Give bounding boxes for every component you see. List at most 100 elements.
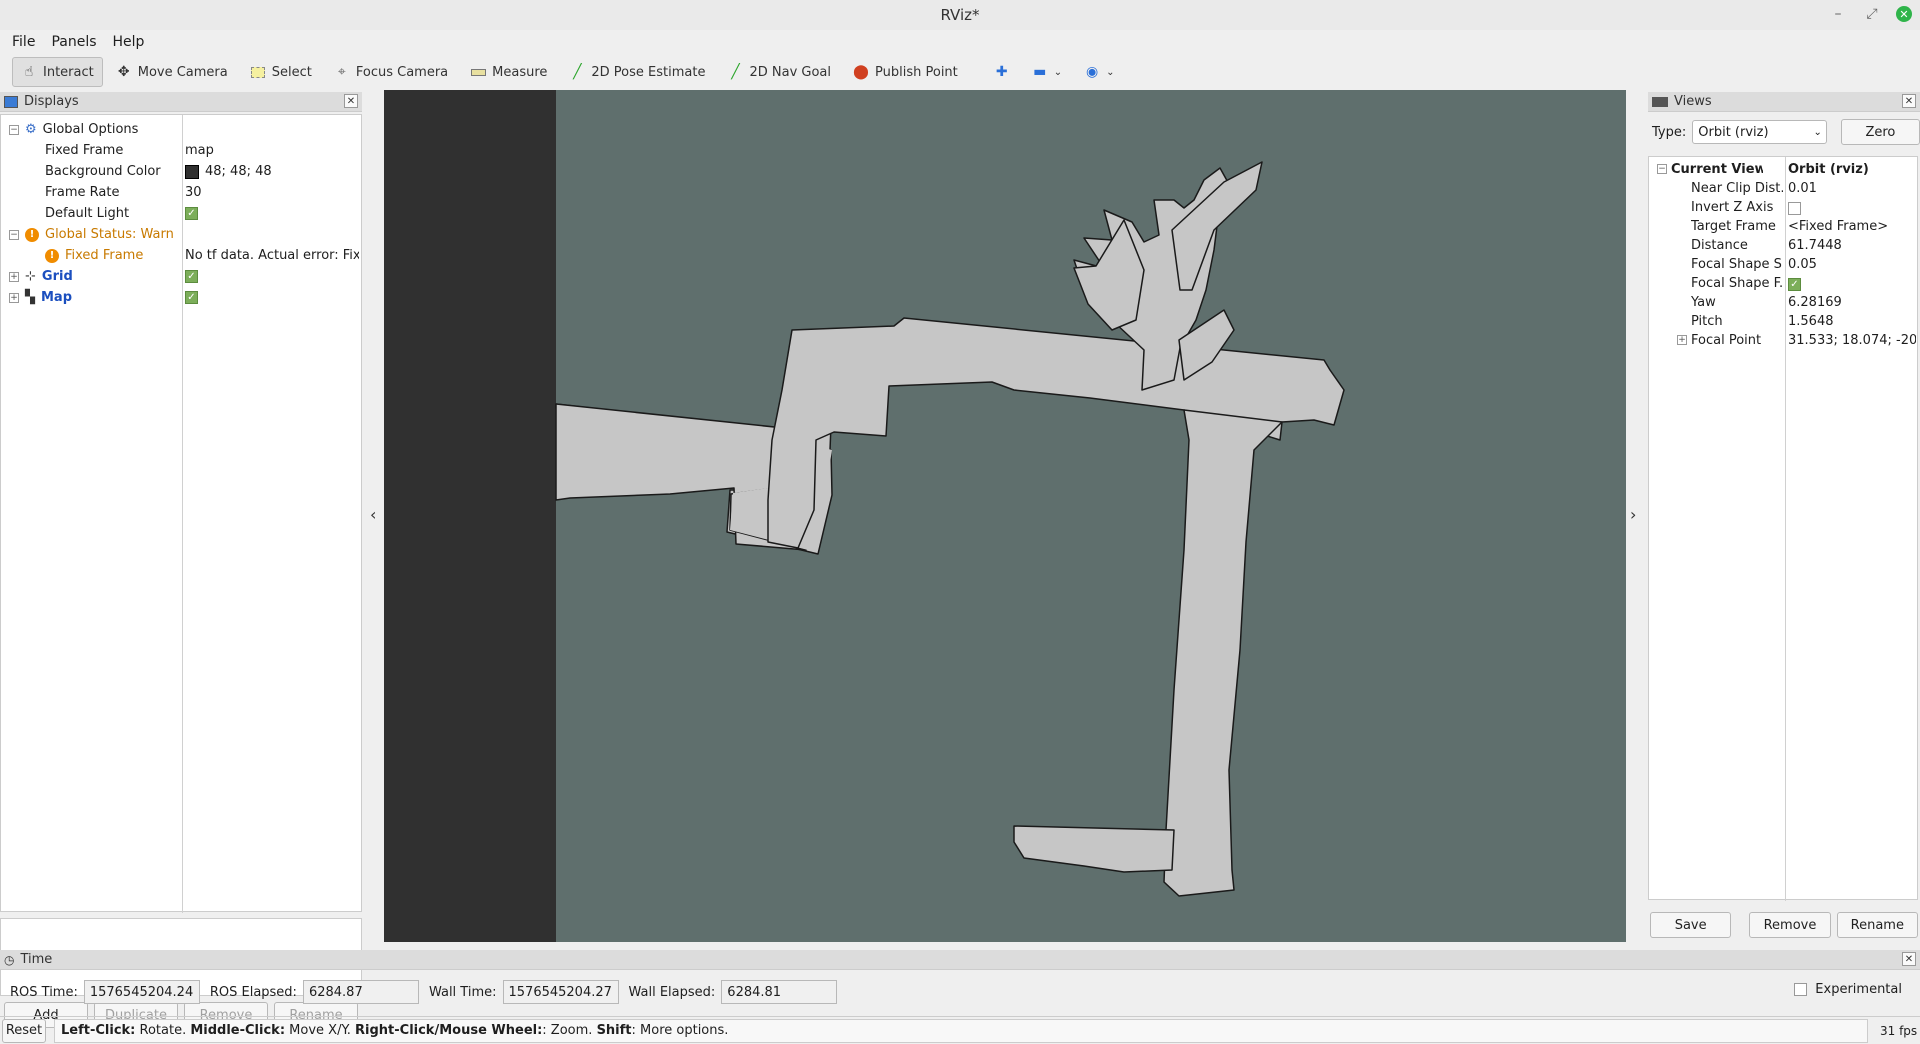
background-color-field[interactable]: 48; 48; 48 <box>185 164 359 179</box>
tree-row-frame-rate[interactable]: Frame Rate 30 <box>1 182 361 203</box>
frame-rate-value[interactable]: 30 <box>185 185 359 200</box>
view-property-row[interactable]: Invert Z Axis ✓ <box>1649 199 1917 218</box>
view-type-row: Type: Orbit (rviz) ⌄ Zero <box>1648 118 1920 146</box>
save-view-button[interactable]: Save <box>1650 912 1732 938</box>
displays-tree: − ⚙ Global Options Fixed Frame map Backg… <box>0 114 362 913</box>
wall-elapsed-field[interactable]: 6284.81 <box>721 980 838 1004</box>
collapse-icon[interactable]: − <box>9 229 19 240</box>
interact-tool-button[interactable]: ☝ Interact <box>12 57 103 87</box>
tree-row-global-status[interactable]: − ! Global Status: Warn <box>1 224 361 245</box>
left-click-key: Left-Click: <box>61 1023 136 1038</box>
focal-point-value[interactable]: 31.533; 18.074; -20.34 <box>1788 333 1916 348</box>
ros-elapsed-label: ROS Elapsed: <box>209 984 297 1000</box>
minimize-icon[interactable]: – <box>1828 4 1848 24</box>
tree-row-default-light[interactable]: Default Light ✓ <box>1 203 361 224</box>
view-property-row[interactable]: Focal Shape S... 0.05 <box>1649 256 1917 275</box>
camera-type-button[interactable]: ◉ ⌄ <box>1075 57 1123 87</box>
close-icon[interactable]: ✕ <box>1902 94 1916 108</box>
crosshair-icon: ⌖ <box>337 64 346 80</box>
yaw-value[interactable]: 6.28169 <box>1788 295 1916 310</box>
right-click-key: Right-Click/Mouse Wheel: <box>355 1023 543 1038</box>
tree-row-map[interactable]: + ▚ Map ✓ <box>1 287 361 308</box>
render-viewport[interactable] <box>384 90 1626 942</box>
view-property-row[interactable]: Distance 61.7448 <box>1649 237 1917 256</box>
nav-goal-tool-button[interactable]: ╱ 2D Nav Goal <box>718 57 840 87</box>
remove-view-button[interactable]: Remove <box>1749 912 1831 938</box>
select-tool-button[interactable]: Select <box>241 57 321 87</box>
experimental-checkbox[interactable]: ✓ <box>1794 983 1808 996</box>
restore-icon[interactable]: ⤢ <box>1862 4 1882 24</box>
mouse-help-text: Left-Click: Rotate. Middle-Click: Move X… <box>54 1018 1868 1043</box>
invert-z-label: Invert Z Axis <box>1691 200 1774 215</box>
experimental-toggle[interactable]: ✓ Experimental <box>1794 982 1902 997</box>
focal-shape-fixed-checkbox[interactable]: ✓ <box>1788 278 1801 291</box>
map-checkbox[interactable]: ✓ <box>185 291 198 304</box>
menu-panels[interactable]: Panels <box>45 34 102 50</box>
expand-icon[interactable]: + <box>9 271 19 282</box>
focus-camera-label: Focus Camera <box>355 64 449 80</box>
view-property-row[interactable]: + Focal Point 31.533; 18.074; -20.34 <box>1649 332 1917 351</box>
nav-goal-label: 2D Nav Goal <box>749 64 832 80</box>
status-fixed-frame-label: Fixed Frame <box>65 248 144 263</box>
collapse-icon[interactable]: − <box>1657 164 1667 174</box>
fixed-frame-value[interactable]: map <box>185 143 359 158</box>
rename-view-button[interactable]: Rename <box>1836 912 1918 938</box>
collapse-left-arrow-icon[interactable]: ‹ <box>370 505 376 524</box>
ros-time-field[interactable]: 1576545204.24 <box>83 980 200 1004</box>
window-titlebar: RViz* – ⤢ ✕ <box>0 0 1920 30</box>
color-swatch[interactable] <box>185 164 199 179</box>
remove-tool-button[interactable]: ▬ ⌄ <box>1023 57 1071 87</box>
hand-icon: ☝ <box>24 64 34 80</box>
pose-estimate-label: 2D Pose Estimate <box>591 64 706 80</box>
frame-rate-label: Frame Rate <box>45 185 120 200</box>
view-property-row[interactable]: Yaw 6.28169 <box>1649 294 1917 313</box>
tree-row-status-fixed-frame[interactable]: ! Fixed Frame No tf data. Actual error: … <box>1 245 361 266</box>
ros-elapsed-field[interactable]: 6284.87 <box>302 980 419 1004</box>
expand-icon[interactable]: + <box>1677 335 1687 345</box>
move-camera-tool-button[interactable]: ✥ Move Camera <box>107 57 237 87</box>
invert-z-checkbox[interactable]: ✓ <box>1788 202 1801 215</box>
pitch-value[interactable]: 1.5648 <box>1788 314 1916 329</box>
focus-camera-tool-button[interactable]: ⌖ Focus Camera <box>325 57 457 87</box>
measure-tool-button[interactable]: Measure <box>461 57 556 87</box>
middle-click-desc: Move X/Y. <box>285 1023 356 1038</box>
green-arrow-icon: ╱ <box>731 64 740 80</box>
menu-file[interactable]: File <box>6 34 41 50</box>
view-property-row[interactable]: Target Frame <Fixed Frame> <box>1649 218 1917 237</box>
close-icon[interactable]: ✕ <box>1896 6 1912 22</box>
tree-row-global-options[interactable]: − ⚙ Global Options <box>1 119 361 140</box>
grid-checkbox[interactable]: ✓ <box>185 270 198 283</box>
distance-label: Distance <box>1691 238 1748 253</box>
distance-value[interactable]: 61.7448 <box>1788 238 1916 253</box>
close-icon[interactable]: ✕ <box>1902 952 1916 966</box>
publish-point-tool-button[interactable]: ⬤ Publish Point <box>844 57 967 87</box>
view-property-row[interactable]: Focal Shape F... ✓ <box>1649 275 1917 294</box>
expand-icon[interactable]: + <box>9 292 19 303</box>
current-view-label: Current View <box>1671 162 1763 177</box>
target-frame-value[interactable]: <Fixed Frame> <box>1788 219 1916 234</box>
collapse-right-arrow-icon[interactable]: › <box>1630 505 1636 524</box>
tree-row-fixed-frame[interactable]: Fixed Frame map <box>1 140 361 161</box>
collapse-icon[interactable]: − <box>9 124 19 135</box>
tree-row-current-view[interactable]: − Current View Orbit (rviz) <box>1649 161 1917 180</box>
view-type-select[interactable]: Orbit (rviz) ⌄ <box>1692 120 1827 144</box>
near-clip-value[interactable]: 0.01 <box>1788 181 1916 196</box>
add-tool-button[interactable]: ✚ <box>985 57 1019 87</box>
time-panel: ◷ Time ✕ ROS Time: 1576545204.24 ROS Ela… <box>0 950 1920 1016</box>
tree-row-grid[interactable]: + ⊹ Grid ✓ <box>1 266 361 287</box>
view-property-row[interactable]: Near Clip Dist... 0.01 <box>1649 180 1917 199</box>
view-property-row[interactable]: Pitch 1.5648 <box>1649 313 1917 332</box>
default-light-checkbox[interactable]: ✓ <box>185 207 198 220</box>
right-click-desc: : Zoom. <box>542 1023 597 1038</box>
close-icon[interactable]: ✕ <box>344 94 358 108</box>
pose-estimate-tool-button[interactable]: ╱ 2D Pose Estimate <box>560 57 714 87</box>
tree-row-background-color[interactable]: Background Color 48; 48; 48 <box>1 161 361 182</box>
global-status-label: Global Status: Warn <box>45 227 174 242</box>
default-light-label: Default Light <box>45 206 130 221</box>
wall-time-field[interactable]: 1576545204.27 <box>502 980 619 1004</box>
focal-shape-size-value[interactable]: 0.05 <box>1788 257 1916 272</box>
menu-help[interactable]: Help <box>107 34 151 50</box>
zero-button[interactable]: Zero <box>1840 119 1920 145</box>
fps-readout: 31 fps <box>1880 1023 1918 1038</box>
reset-button[interactable]: Reset <box>2 1018 46 1043</box>
